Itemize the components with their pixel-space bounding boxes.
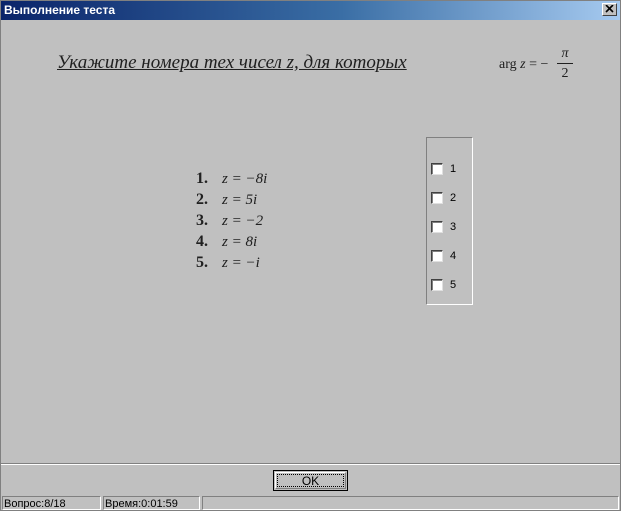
status-empty-panel: [202, 496, 619, 510]
checkbox-option-3[interactable]: 3: [431, 220, 456, 234]
checkbox-label[interactable]: 5: [450, 279, 456, 291]
checkbox-label[interactable]: 2: [450, 192, 456, 204]
formula-numerator: π: [561, 46, 569, 61]
ok-button-label[interactable]: OK: [277, 474, 344, 487]
answer-option: 5. z = −i: [196, 252, 267, 273]
option-number: 4.: [196, 233, 208, 250]
formula-denominator: 2: [561, 66, 569, 81]
ok-button[interactable]: OK: [273, 470, 348, 491]
option-expression: z = 8i: [222, 234, 258, 250]
option-number: 2.: [196, 191, 208, 208]
formula-fraction: π 2: [557, 45, 573, 82]
test-content: Укажите номера тех чисел z, для которых …: [2, 21, 619, 463]
checkbox-label[interactable]: 3: [450, 221, 456, 233]
answer-option: 1. z = −8i: [196, 168, 267, 189]
option-expression: z = 5i: [222, 192, 258, 208]
checkbox-box[interactable]: [431, 163, 443, 175]
option-expression: z = −8i: [222, 171, 268, 187]
question-text: Укажите номера тех чисел z, для которых: [57, 52, 407, 73]
button-area-divider: [1, 463, 620, 465]
close-button[interactable]: [602, 3, 617, 16]
option-number: 1.: [196, 170, 208, 187]
status-question-progress: Вопрос:8/18: [2, 496, 101, 510]
formula-func: arg: [499, 57, 517, 72]
status-elapsed-time: Время:0:01:59: [103, 496, 200, 510]
formula-lhs: arg z = −: [499, 57, 548, 73]
checkbox-box[interactable]: [431, 192, 443, 204]
test-window: Выполнение теста Укажите номера тех чисе…: [0, 0, 621, 511]
option-expression: z = −2: [222, 213, 264, 229]
option-expression: z = −i: [222, 255, 260, 271]
answer-option: 4. z = 8i: [196, 231, 267, 252]
checkbox-option-1[interactable]: 1: [431, 162, 456, 176]
answer-options-list: 1. z = −8i 2. z = 5i 3. z = −2 4. z = 8i 5. z…: [196, 168, 267, 273]
checkbox-box[interactable]: [431, 250, 443, 262]
checkbox-option-2[interactable]: 2: [431, 191, 456, 205]
checkbox-option-4[interactable]: 4: [431, 249, 456, 263]
checkbox-label[interactable]: 4: [450, 250, 456, 262]
title-bar[interactable]: Выполнение теста: [1, 1, 620, 20]
answer-option: 2. z = 5i: [196, 189, 267, 210]
checkbox-option-5[interactable]: 5: [431, 278, 456, 292]
answer-option: 3. z = −2: [196, 210, 267, 231]
answer-checkbox-group: 1 2 3 4 5: [426, 137, 473, 305]
option-number: 5.: [196, 254, 208, 271]
close-icon: [605, 5, 614, 13]
formula-var: z: [520, 57, 526, 72]
checkbox-box[interactable]: [431, 221, 443, 233]
status-bar: Вопрос:8/18 Время:0:01:59: [1, 495, 620, 510]
window-title: Выполнение теста: [4, 3, 115, 17]
option-number: 3.: [196, 212, 208, 229]
checkbox-label[interactable]: 1: [450, 163, 456, 175]
checkbox-box[interactable]: [431, 279, 443, 291]
formula-equals: = −: [529, 57, 549, 72]
